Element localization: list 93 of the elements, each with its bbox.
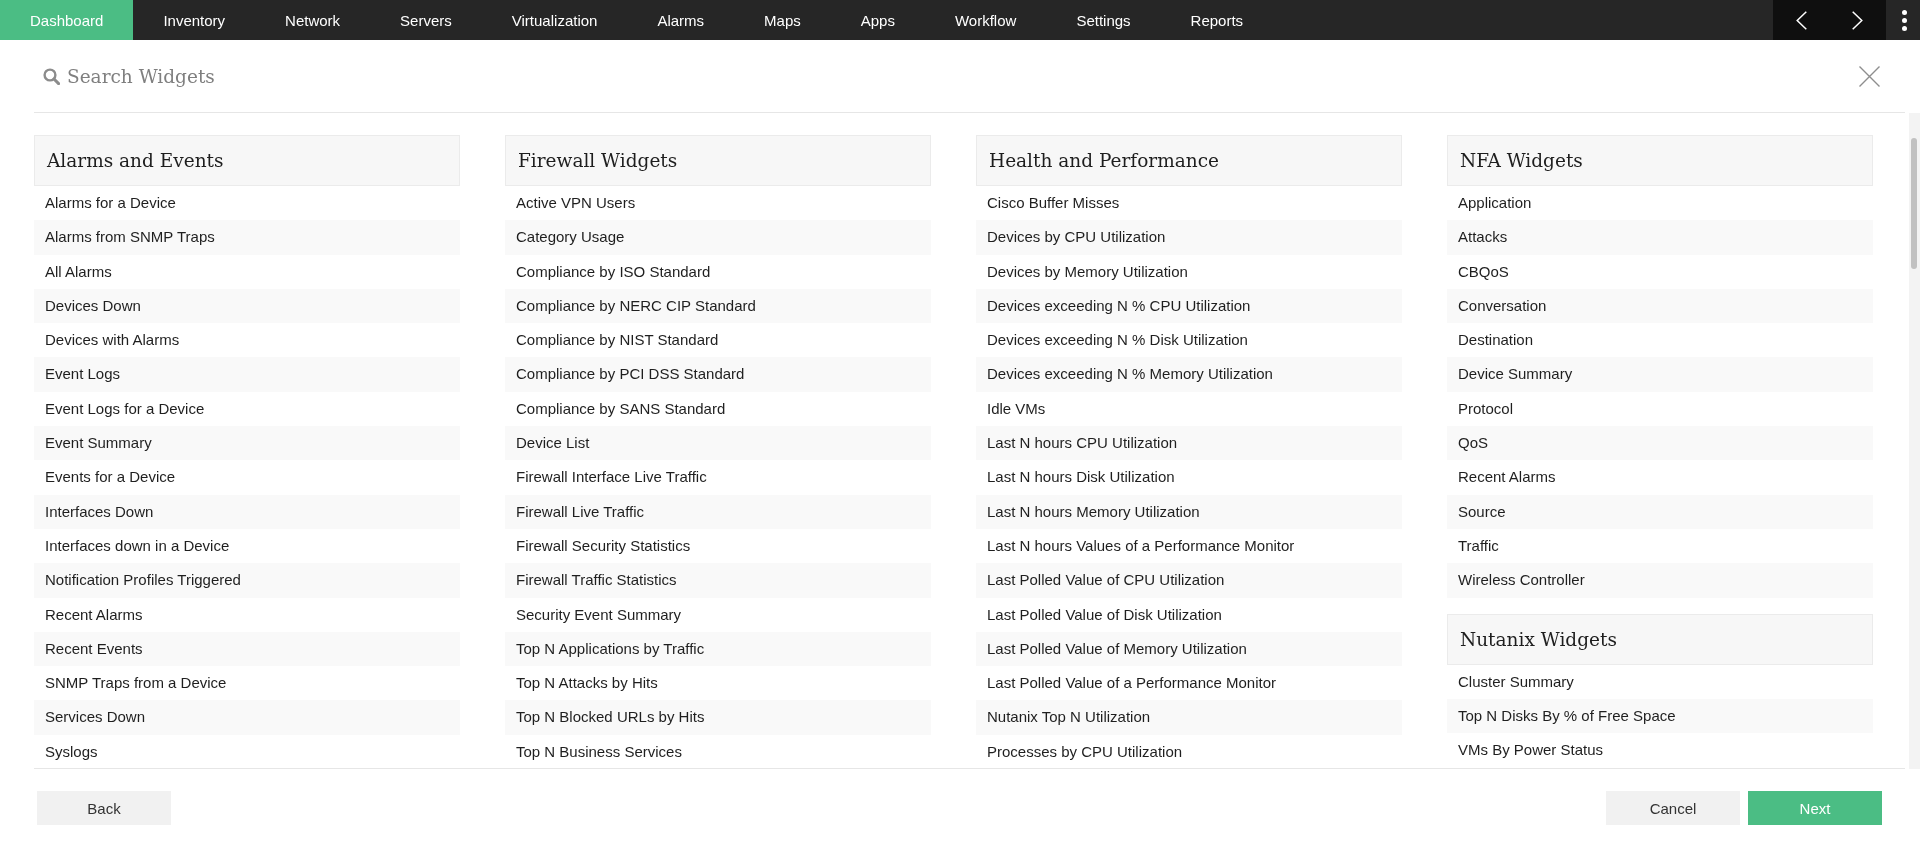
widget-list-item[interactable]: Firewall Traffic Statistics: [505, 563, 931, 598]
widget-list-item[interactable]: Last Polled Value of CPU Utilization: [976, 563, 1402, 598]
scroll-right-button[interactable]: [1829, 0, 1886, 40]
close-button[interactable]: [1859, 65, 1880, 87]
section-header: NFA Widgets: [1447, 135, 1873, 186]
widget-list-item[interactable]: Event Logs for a Device: [34, 391, 460, 427]
kebab-icon: [1901, 9, 1907, 31]
widget-list-item[interactable]: Idle VMs: [976, 391, 1402, 427]
widget-list-item[interactable]: All Alarms: [34, 254, 460, 289]
widget-list-item[interactable]: Source: [1447, 494, 1873, 529]
nav-tab[interactable]: Workflow: [924, 0, 1047, 40]
widget-list-item[interactable]: Devices exceeding N % Disk Utilization: [976, 323, 1402, 358]
widget-list-item[interactable]: Last Polled Value of Disk Utilization: [976, 597, 1402, 632]
widget-list-item[interactable]: Devices by Memory Utilization: [976, 254, 1402, 289]
widget-list-item[interactable]: Top N Applications by Traffic: [505, 631, 931, 667]
chevron-right-icon: [1852, 10, 1864, 30]
widget-list-item[interactable]: QoS: [1447, 426, 1873, 461]
widget-list-item[interactable]: Conversation: [1447, 288, 1873, 324]
scroll-left-button[interactable]: [1773, 0, 1830, 40]
widget-list-item[interactable]: Compliance by SANS Standard: [505, 391, 931, 427]
widget-list-item[interactable]: Devices Down: [34, 288, 460, 324]
widget-list-item[interactable]: Top N Disks By % of Free Space: [1447, 698, 1873, 734]
widget-list-item[interactable]: Last Polled Value of a Performance Monitor: [976, 666, 1402, 701]
section-header: Firewall Widgets: [505, 135, 931, 186]
secondary-button[interactable]: Cancel: [1606, 791, 1740, 825]
section-header: Nutanix Widgets: [1447, 613, 1873, 665]
widget-list-item[interactable]: Last N hours Disk Utilization: [976, 460, 1402, 495]
widget-list-item[interactable]: Alarms for a Device: [34, 186, 460, 221]
widget-list-item[interactable]: Cisco Buffer Misses: [976, 186, 1402, 221]
widget-list-item[interactable]: Firewall Live Traffic: [505, 494, 931, 529]
widget-list-item[interactable]: Compliance by NERC CIP Standard: [505, 288, 931, 324]
widget-list-item[interactable]: Recent Alarms: [34, 597, 460, 632]
nav-tab[interactable]: Settings: [1046, 0, 1161, 40]
widget-list-item[interactable]: Cluster Summary: [1447, 664, 1873, 699]
widget-list-item[interactable]: Processes by CPU Utilization: [976, 734, 1402, 768]
widget-list-item[interactable]: Device List: [505, 426, 931, 461]
widget-list-item[interactable]: Last Polled Value of Memory Utilization: [976, 631, 1402, 667]
widget-list-item[interactable]: Services Down: [34, 700, 460, 735]
widget-list-item[interactable]: Devices by CPU Utilization: [976, 220, 1402, 255]
widget-list-item[interactable]: Devices exceeding N % Memory Utilization: [976, 357, 1402, 392]
widget-list-item[interactable]: Devices with Alarms: [34, 323, 460, 358]
widget-list-item[interactable]: Event Summary: [34, 426, 460, 461]
widget-list-item[interactable]: Alarms from SNMP Traps: [34, 220, 460, 255]
widget-list-item[interactable]: Firewall Security Statistics: [505, 528, 931, 564]
nav-tab[interactable]: Reports: [1160, 0, 1274, 40]
widget-list-item[interactable]: Protocol: [1447, 391, 1873, 427]
nav-tab[interactable]: Apps: [830, 0, 925, 40]
widget-list-item[interactable]: Category Usage: [505, 220, 931, 255]
widget-list-item[interactable]: Compliance by PCI DSS Standard: [505, 357, 931, 392]
widget-list-item[interactable]: Firewall Interface Live Traffic: [505, 460, 931, 495]
widget-list-item[interactable]: Interfaces Down: [34, 494, 460, 529]
widget-list-item[interactable]: Notification Profiles Triggered: [34, 563, 460, 598]
nav-tab[interactable]: Servers: [370, 0, 482, 40]
widget-list-item[interactable]: Interfaces down in a Device: [34, 528, 460, 564]
widget-list-item[interactable]: Events for a Device: [34, 460, 460, 495]
widget-list-item[interactable]: Security Event Summary: [505, 597, 931, 632]
scrollbar-thumb[interactable]: [1911, 138, 1917, 269]
widget-list-item[interactable]: Attacks: [1447, 220, 1873, 255]
widget-list-item[interactable]: Devices exceeding N % CPU Utilization: [976, 288, 1402, 324]
secondary-button[interactable]: Back: [37, 791, 171, 825]
widget-list-item[interactable]: Last N hours Memory Utilization: [976, 494, 1402, 529]
widget-list-item[interactable]: CBQoS: [1447, 254, 1873, 289]
chevron-left-icon: [1795, 10, 1807, 30]
widget-list-item[interactable]: Active VPN Users: [505, 186, 931, 221]
close-icon: [1859, 65, 1880, 87]
search-icon: [43, 67, 60, 85]
widget-list-item[interactable]: Device Summary: [1447, 357, 1873, 392]
widget-list-item[interactable]: Top N Blocked URLs by Hits: [505, 700, 931, 735]
section-header: Health and Performance: [976, 135, 1402, 186]
widget-list-item[interactable]: Last N hours CPU Utilization: [976, 426, 1402, 461]
widget-list-item[interactable]: Destination: [1447, 323, 1873, 358]
widget-list-item[interactable]: Top N Business Services: [505, 734, 931, 768]
widget-list-item[interactable]: Compliance by NIST Standard: [505, 323, 931, 358]
widget-list-item[interactable]: Top N Attacks by Hits: [505, 666, 931, 701]
search-field[interactable]: Search Widgets: [67, 61, 1849, 91]
nav-tab[interactable]: Inventory: [133, 0, 256, 40]
widget-list-item[interactable]: Compliance by ISO Standard: [505, 254, 931, 289]
nav-tab[interactable]: Network: [255, 0, 371, 40]
widget-list-item[interactable]: VMs By Power Status: [1447, 733, 1873, 768]
widget-list-item[interactable]: Last N hours Values of a Performance Monitor: [976, 528, 1402, 564]
section-header: Alarms and Events: [34, 135, 460, 186]
nav-tab[interactable]: Alarms: [627, 0, 735, 40]
widget-list-item[interactable]: Application: [1447, 186, 1873, 221]
widget-list-item[interactable]: Syslogs: [34, 734, 460, 768]
widget-list-item[interactable]: Event Logs: [34, 357, 460, 392]
nav-tab[interactable]: Maps: [734, 0, 831, 40]
widget-list-item[interactable]: Recent Events: [34, 631, 460, 667]
nav-tab[interactable]: Virtualization: [481, 0, 628, 40]
widget-list-item[interactable]: SNMP Traps from a Device: [34, 666, 460, 701]
widget-list-item[interactable]: Recent Alarms: [1447, 460, 1873, 495]
widget-list-item[interactable]: Traffic: [1447, 528, 1873, 564]
widget-list-item[interactable]: Wireless Controller: [1447, 563, 1873, 598]
widget-list-item[interactable]: Nutanix Top N Utilization: [976, 700, 1402, 735]
